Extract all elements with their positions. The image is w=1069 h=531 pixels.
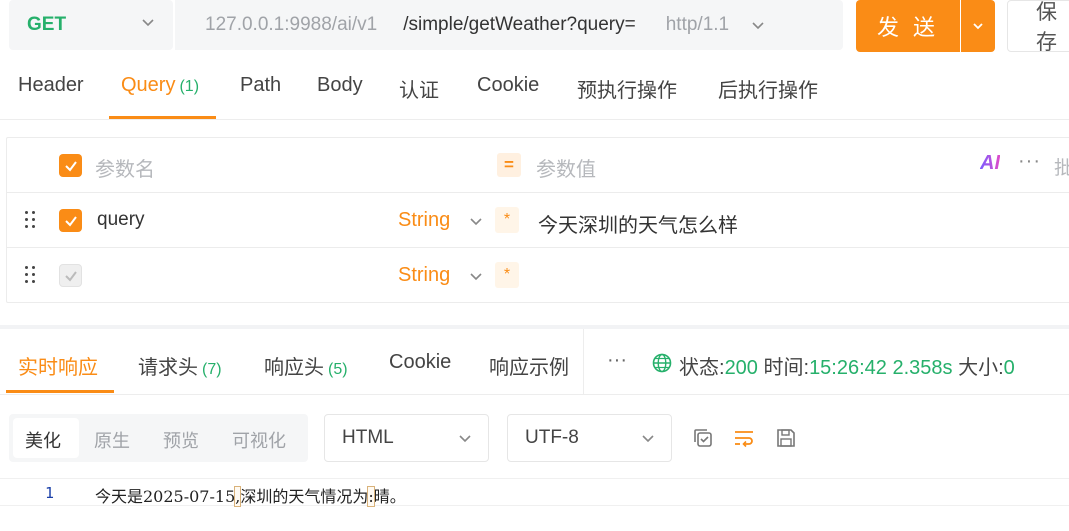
response-duration: 2.358s — [892, 357, 953, 379]
mode-visualize[interactable]: 可视化 — [232, 427, 286, 453]
active-tab-indicator — [109, 116, 216, 119]
url-base: 127.0.0.1:9988/ai/v1 — [205, 14, 378, 35]
select-all-checkbox[interactable] — [59, 154, 82, 177]
check-icon — [64, 270, 77, 282]
row-checkbox[interactable] — [59, 264, 82, 287]
url-bar: GET 127.0.0.1:9988/ai/v1 /simple/getWeat… — [0, 0, 1069, 54]
param-value-header: 参数值 — [536, 159, 596, 181]
tab-cookie[interactable]: Cookie — [389, 351, 451, 374]
response-status: 状态:200 时间:15:26:42 2.358s 大小:0 — [679, 357, 1015, 379]
params-table: 参数名 = 参数值 AI ··· 批 query String * 今天深圳的天… — [6, 137, 1069, 303]
mode-preview[interactable]: 预览 — [163, 427, 199, 453]
mode-pretty[interactable]: 美化 — [25, 427, 61, 453]
tab-body[interactable]: Body — [317, 74, 363, 97]
table-row: query String * 今天深圳的天气怎么样 — [7, 193, 1069, 248]
chevron-down-icon — [973, 23, 983, 30]
param-name-input[interactable]: query — [97, 209, 145, 231]
protocol-select[interactable]: http/1.1 — [666, 14, 729, 36]
format-select[interactable]: HTML — [324, 414, 489, 462]
method-label: GET — [27, 14, 67, 35]
param-type-select[interactable]: String — [398, 209, 450, 232]
param-value-input[interactable]: 今天深圳的天气怎么样 — [538, 209, 738, 238]
code-line: 今天是2025-07-15,深圳的天气情况为:晴。 — [95, 486, 406, 507]
chevron-down-icon — [459, 435, 471, 443]
send-dropdown-button[interactable] — [961, 0, 995, 52]
tab-header[interactable]: Header — [18, 74, 84, 97]
active-tab-indicator — [6, 390, 114, 393]
save-response-icon[interactable] — [775, 427, 797, 449]
ai-icon[interactable]: AI — [980, 152, 1000, 175]
tab-pre-script[interactable]: 预执行操作 — [577, 74, 677, 103]
tab-count: (5) — [328, 361, 348, 378]
wrap-lines-icon[interactable] — [733, 427, 755, 449]
mode-raw[interactable]: 原生 — [94, 427, 130, 453]
tab-count: (1) — [179, 78, 200, 95]
encoding-select[interactable]: UTF-8 — [507, 414, 672, 462]
chevron-down-icon[interactable] — [469, 269, 483, 283]
response-body[interactable]: 1 今天是2025-07-15,深圳的天气情况为:晴。 — [0, 478, 1069, 507]
response-size: 0 — [1003, 357, 1015, 379]
tab-query[interactable]: Query (1) — [121, 74, 199, 97]
copy-icon[interactable] — [692, 427, 714, 449]
response-time: 15:26:42 — [809, 357, 887, 379]
drag-handle-icon[interactable] — [25, 211, 37, 229]
method-select[interactable]: GET — [9, 0, 173, 50]
tab-response-examples[interactable]: 响应示例 — [489, 351, 569, 380]
status-code: 200 — [724, 357, 758, 379]
more-icon[interactable]: ··· — [607, 349, 627, 372]
line-number: 1 — [45, 484, 55, 502]
globe-icon — [652, 353, 672, 373]
send-button[interactable]: 发 送 — [856, 0, 960, 52]
tab-count: (7) — [202, 361, 222, 378]
tab-auth[interactable]: 认证 — [399, 74, 439, 103]
save-button[interactable]: 保存 — [1007, 0, 1069, 54]
url-path: /simple/getWeather?query= — [403, 14, 636, 35]
drag-handle-icon[interactable] — [25, 266, 37, 284]
row-checkbox[interactable] — [59, 209, 82, 232]
response-tabs: 实时响应 请求头 (7) 响应头 (5) Cookie 响应示例 ··· 状态:20… — [0, 329, 1069, 395]
table-header-row: 参数名 = 参数值 AI ··· 批 — [7, 138, 1069, 193]
chevron-down-icon — [142, 19, 154, 27]
more-icon[interactable]: ··· — [1018, 150, 1041, 173]
tab-response-headers[interactable]: 响应头 (5) — [264, 351, 348, 380]
request-tabs: Header Query (1) Path Body 认证 Cookie 预执行操… — [0, 64, 1069, 120]
view-mode-segmented: 美化 原生 预览 可视化 — [9, 414, 308, 462]
required-toggle[interactable]: * — [495, 207, 519, 233]
equals-icon[interactable]: = — [497, 153, 521, 177]
tab-path[interactable]: Path — [240, 74, 281, 97]
table-row: String * — [7, 248, 1069, 303]
tab-live-response[interactable]: 实时响应 — [18, 351, 98, 380]
divider — [583, 329, 584, 395]
chevron-down-icon — [642, 435, 654, 443]
param-type-select[interactable]: String — [398, 264, 450, 287]
check-icon — [64, 215, 77, 227]
url-input[interactable]: 127.0.0.1:9988/ai/v1 /simple/getWeather?… — [175, 0, 843, 50]
param-name-header: 参数名 — [95, 159, 155, 181]
check-icon — [64, 160, 77, 172]
required-toggle[interactable]: * — [495, 262, 519, 288]
chevron-down-icon[interactable] — [751, 18, 765, 32]
tab-post-script[interactable]: 后执行操作 — [718, 74, 818, 103]
tab-cookie[interactable]: Cookie — [477, 74, 539, 97]
tab-request-headers[interactable]: 请求头 (7) — [138, 351, 222, 380]
chevron-down-icon[interactable] — [469, 214, 483, 228]
bulk-edit-button[interactable]: 批 — [1054, 153, 1069, 180]
